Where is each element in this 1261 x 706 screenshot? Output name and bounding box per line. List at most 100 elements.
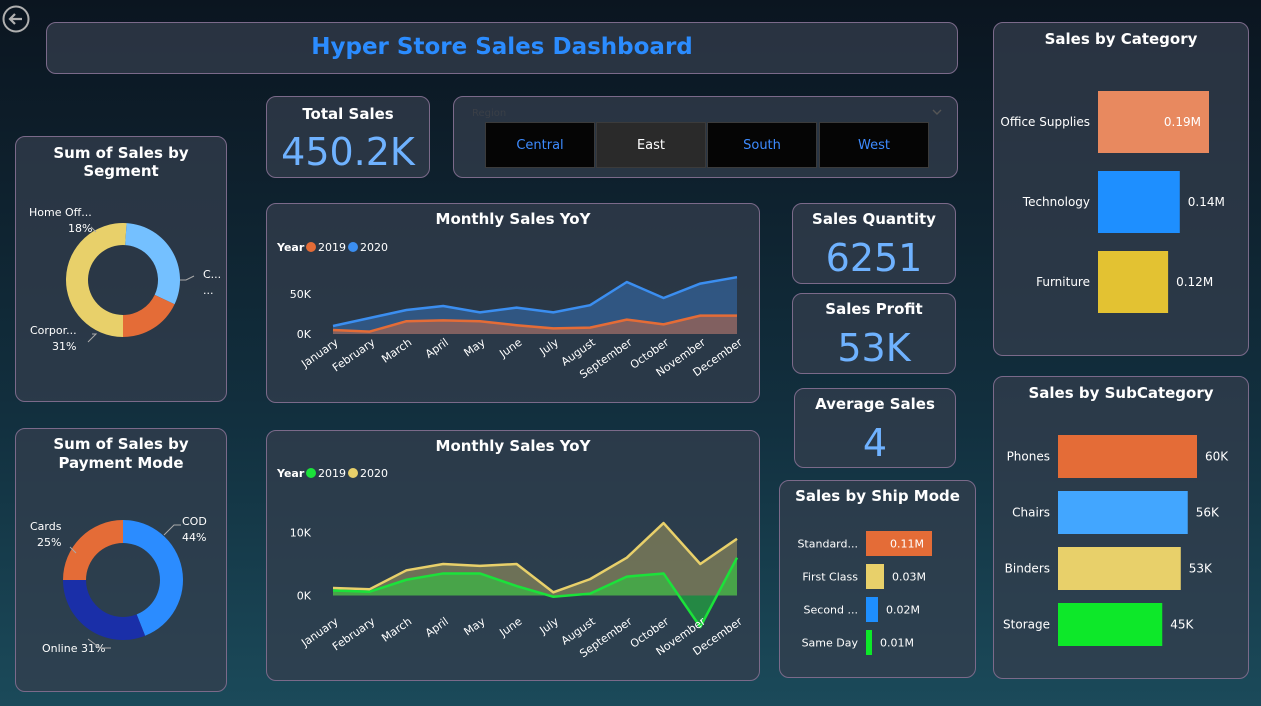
legend-title: Year: [276, 241, 305, 254]
x-tick-may: May: [462, 615, 488, 639]
x-tick-june: June: [496, 336, 524, 361]
donut-pct-2: 25%: [37, 536, 61, 549]
bar-0: [1058, 435, 1197, 478]
x-tick-april: April: [423, 615, 451, 640]
y-tick-1: 10K: [290, 527, 312, 540]
donut-slice-2: [63, 520, 123, 580]
x-tick-april: April: [423, 336, 451, 361]
region-option-south[interactable]: South: [707, 122, 817, 168]
region-option-east[interactable]: East: [596, 122, 706, 168]
kpi-total-sales-value: 450.2K: [281, 130, 415, 174]
bar-category-label-0: Standard...: [797, 538, 858, 551]
donut-pct-2: 18%: [68, 222, 92, 235]
bar-value-label-0: 0.19M: [1164, 115, 1201, 129]
bar-category-label-1: Chairs: [1012, 506, 1050, 520]
kpi-quantity-value: 6251: [825, 236, 923, 280]
monthly-yoy-chart-1: Year 2019 20200K50KJanuaryFebruary March Apr…: [276, 241, 745, 381]
bar-category-label-0: Office Supplies: [1000, 115, 1090, 129]
donut-pct-0: 44%: [182, 531, 206, 544]
legend-title: Year: [276, 467, 305, 480]
bar-value-label-0: 60K: [1205, 450, 1229, 464]
bar-category-label-1: Technology: [1022, 195, 1090, 209]
legend-label-2019: 2019: [318, 241, 346, 254]
chevron-down-icon[interactable]: [931, 107, 943, 117]
donut-slice-0: [65, 223, 127, 337]
donut-leader-0: [163, 524, 181, 536]
subcategory-bar-chart: Phones 60K Chairs 56K Binders 53K Storage 45K: [1003, 435, 1229, 646]
bar-value-label-1: 0.14M: [1188, 195, 1225, 209]
payment-chart-panel: Sum of Sales by Payment Mode COD 44% Onlin…: [15, 428, 227, 692]
payment-donut-chart: COD 44% Online 31% Cards 25%: [30, 515, 207, 655]
donut-slice-1: [125, 223, 180, 305]
kpi-average: Average Sales 4: [794, 388, 956, 468]
shipmode-bar-chart: Standard... 0.11M First Class 0.03M Second .…: [797, 531, 932, 655]
bar-1: [1098, 171, 1180, 233]
donut-slice-1: [63, 580, 146, 640]
kpi-quantity-label: Sales Quantity: [812, 210, 936, 228]
bar-value-label-1: 56K: [1196, 506, 1220, 520]
donut-label-2: Home Off...: [29, 206, 92, 219]
bar-2: [1098, 251, 1169, 313]
bar-category-label-0: Phones: [1007, 450, 1050, 464]
monthly-yoy-chart-1-panel: Monthly Sales YoY Year 2019 2020 0K 50K Janua…: [266, 203, 760, 403]
bar-category-label-2: Binders: [1005, 562, 1050, 576]
bar-2: [866, 597, 878, 622]
bar-category-label-3: Same Day: [802, 637, 859, 650]
back-arrow-icon[interactable]: [2, 5, 30, 33]
monthly-yoy-chart-2: Year 2019 20200K10KJanuaryFebruary March Apr…: [276, 467, 745, 660]
y-tick-1: 50K: [290, 288, 312, 301]
legend-label-2019: 2019: [318, 467, 346, 480]
bar-3: [1058, 603, 1163, 646]
bar-3: [866, 630, 872, 655]
bar-2: [1058, 547, 1181, 590]
kpi-profit: Sales Profit 53K: [792, 293, 956, 374]
donut-leader-0: [180, 275, 195, 281]
donut-label-1: Corpor...: [30, 324, 77, 337]
shipmode-chart-panel: Sales by Ship Mode Standard... 0.11M First…: [779, 480, 976, 678]
donut-label-2: Cards: [30, 520, 62, 533]
title-banner: Hyper Store Sales Dashboard: [46, 22, 958, 74]
segment-donut-chart: C...... Corpor... 31% Home Off... 18%: [29, 206, 221, 353]
region-option-central[interactable]: Central: [485, 122, 595, 168]
category-bar-chart: Office Supplies 0.19M Technology 0.14M Furni…: [1000, 91, 1225, 313]
donut-label-1: Online 31%: [42, 642, 105, 655]
x-tick-march: March: [379, 615, 414, 645]
x-tick-march: March: [379, 336, 414, 366]
segment-chart-panel: Sum of Sales by Segment C...... Corpor...…: [15, 136, 227, 402]
region-option-west[interactable]: West: [819, 122, 929, 168]
legend-marker-2020: [348, 468, 358, 478]
kpi-total-sales-label: Total Sales: [302, 105, 394, 123]
kpi-profit-value: 53K: [837, 326, 911, 370]
bar-category-label-2: Second ...: [804, 604, 858, 617]
bar-value-label-0: 0.11M: [890, 538, 924, 551]
kpi-average-value: 4: [862, 421, 888, 465]
legend-label-2020: 2020: [360, 241, 388, 254]
legend-marker-2019: [306, 242, 316, 252]
bar-1: [866, 564, 884, 589]
bar-value-label-2: 0.12M: [1176, 275, 1213, 289]
subcategory-chart-panel: Sales by SubCategory Phones 60K Chairs 56K B…: [993, 376, 1249, 679]
bar-category-label-3: Storage: [1003, 618, 1050, 632]
donut-label-0: C...: [203, 268, 221, 281]
kpi-total-sales: Total Sales 450.2K: [266, 96, 430, 178]
monthly-yoy-chart-2-panel: Monthly Sales YoY Year 2019 2020 0K 10K Janua…: [266, 430, 760, 681]
donut-label-0: COD: [182, 515, 207, 528]
bar-value-label-2: 53K: [1189, 562, 1213, 576]
bar-value-label-1: 0.03M: [892, 571, 926, 584]
kpi-quantity: Sales Quantity 6251: [792, 203, 956, 284]
x-tick-july: July: [537, 615, 562, 638]
kpi-average-label: Average Sales: [815, 395, 935, 413]
legend-marker-2019: [306, 468, 316, 478]
donut-slice-2: [123, 294, 175, 337]
donut-pct-0: ...: [203, 284, 214, 297]
y-tick-0: 0K: [297, 590, 312, 603]
bar-category-label-1: First Class: [802, 571, 858, 584]
legend-marker-2020: [348, 242, 358, 252]
category-chart-panel: Sales by Category Office Supplies 0.19M Te…: [993, 22, 1249, 356]
page-title: Hyper Store Sales Dashboard: [311, 34, 693, 60]
legend-label-2020: 2020: [360, 467, 388, 480]
region-slicer-label: Region: [472, 108, 507, 119]
x-tick-february: February: [330, 336, 378, 375]
bar-value-label-3: 45K: [1170, 618, 1194, 632]
bar-value-label-3: 0.01M: [880, 637, 914, 650]
